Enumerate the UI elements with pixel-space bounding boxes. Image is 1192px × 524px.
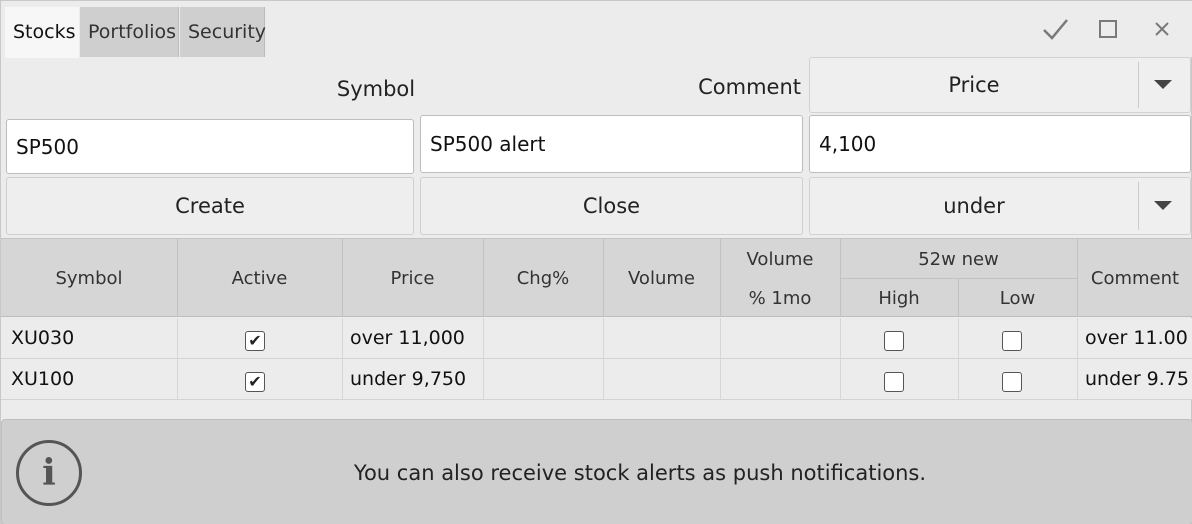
check-icon [1043,19,1068,40]
close-button[interactable]: Close [420,177,803,235]
close-window-button[interactable] [1144,11,1180,47]
dropdown-separator [1138,182,1139,230]
column-divider [958,278,959,317]
column-divider [1077,239,1078,317]
high-checkbox[interactable] [884,372,904,392]
tab-security[interactable]: Security [180,7,266,57]
row-symbol: XU100 [11,368,75,390]
table-row[interactable]: XU030 ✔ over 11,000 over 11.00 [1,318,1192,359]
col-volume-1mo-bottom[interactable]: % 1mo [720,279,840,317]
chevron-down-icon[interactable] [1154,80,1172,89]
column-divider [958,318,959,359]
active-checkbox[interactable]: ✔ [245,372,265,392]
maximize-button[interactable] [1090,11,1126,47]
info-message: You can also receive stock alerts as pus… [353,461,927,485]
low-checkbox[interactable] [1002,331,1022,351]
column-divider [720,318,721,359]
col-volume-1mo-top[interactable]: Volume [720,239,840,279]
high-checkbox[interactable] [884,331,904,351]
column-divider [603,318,604,359]
comment-label: Comment [698,75,801,99]
create-button[interactable]: Create [6,177,414,235]
header-divider [840,278,1077,279]
check-mark-icon: ✔ [248,331,262,350]
condition-select-value: under [943,194,1005,218]
check-mark-icon: ✔ [248,372,262,391]
close-icon [1155,22,1169,36]
field-select-value: Price [948,73,1000,97]
stock-alerts-window: Stocks Portfolios Security Symbol Commen… [0,0,1192,524]
column-divider [603,239,604,317]
table-header: Symbol Active Price Chg% Volume Volume %… [1,238,1192,317]
column-divider [342,318,343,359]
row-price: over 11,000 [350,327,465,349]
column-divider [177,318,178,359]
col-price[interactable]: Price [342,239,483,317]
dropdown-separator [1138,62,1139,108]
col-chg[interactable]: Chg% [483,239,603,317]
info-banner: i You can also receive stock alerts as p… [1,419,1192,524]
column-divider [483,359,484,400]
price-input[interactable]: 4,100 [809,115,1191,173]
col-symbol[interactable]: Symbol [1,239,177,317]
info-icon: i [16,440,82,506]
low-checkbox[interactable] [1002,372,1022,392]
symbol-label: Symbol [336,77,416,101]
tab-bar: Stocks Portfolios Security [1,1,1192,58]
column-divider [1077,359,1078,400]
col-comment[interactable]: Comment [1077,239,1192,317]
field-select[interactable]: Price [809,57,1191,113]
table-row[interactable]: XU100 ✔ under 9,750 under 9.75 [1,359,1192,400]
row-symbol: XU030 [11,327,75,349]
row-comment: over 11.00 [1085,327,1188,349]
column-divider [483,318,484,359]
col-volume[interactable]: Volume [603,239,720,317]
tab-stocks[interactable]: Stocks [5,7,79,58]
comment-input[interactable]: SP500 alert [420,115,803,173]
column-divider [840,318,841,359]
condition-select[interactable]: under [809,177,1191,235]
col-low[interactable]: Low [958,279,1077,317]
row-price: under 9,750 [350,368,467,390]
column-divider [177,239,178,317]
column-divider [958,359,959,400]
col-active[interactable]: Active [177,239,342,317]
column-divider [342,239,343,317]
column-divider [603,359,604,400]
active-checkbox[interactable]: ✔ [245,331,265,351]
column-divider [483,239,484,317]
column-divider [840,359,841,400]
column-divider [720,239,721,317]
row-comment: under 9.75 [1085,368,1189,390]
column-divider [720,359,721,400]
symbol-input[interactable]: SP500 [6,119,414,174]
col-high[interactable]: High [840,279,958,317]
confirm-button[interactable] [1037,11,1073,47]
maximize-icon [1099,20,1117,38]
chevron-down-icon[interactable] [1154,201,1172,210]
tab-portfolios[interactable]: Portfolios [80,7,179,57]
column-divider [177,359,178,400]
col-52w-new: 52w new [918,248,999,270]
column-divider [1077,318,1078,359]
column-divider [342,359,343,400]
